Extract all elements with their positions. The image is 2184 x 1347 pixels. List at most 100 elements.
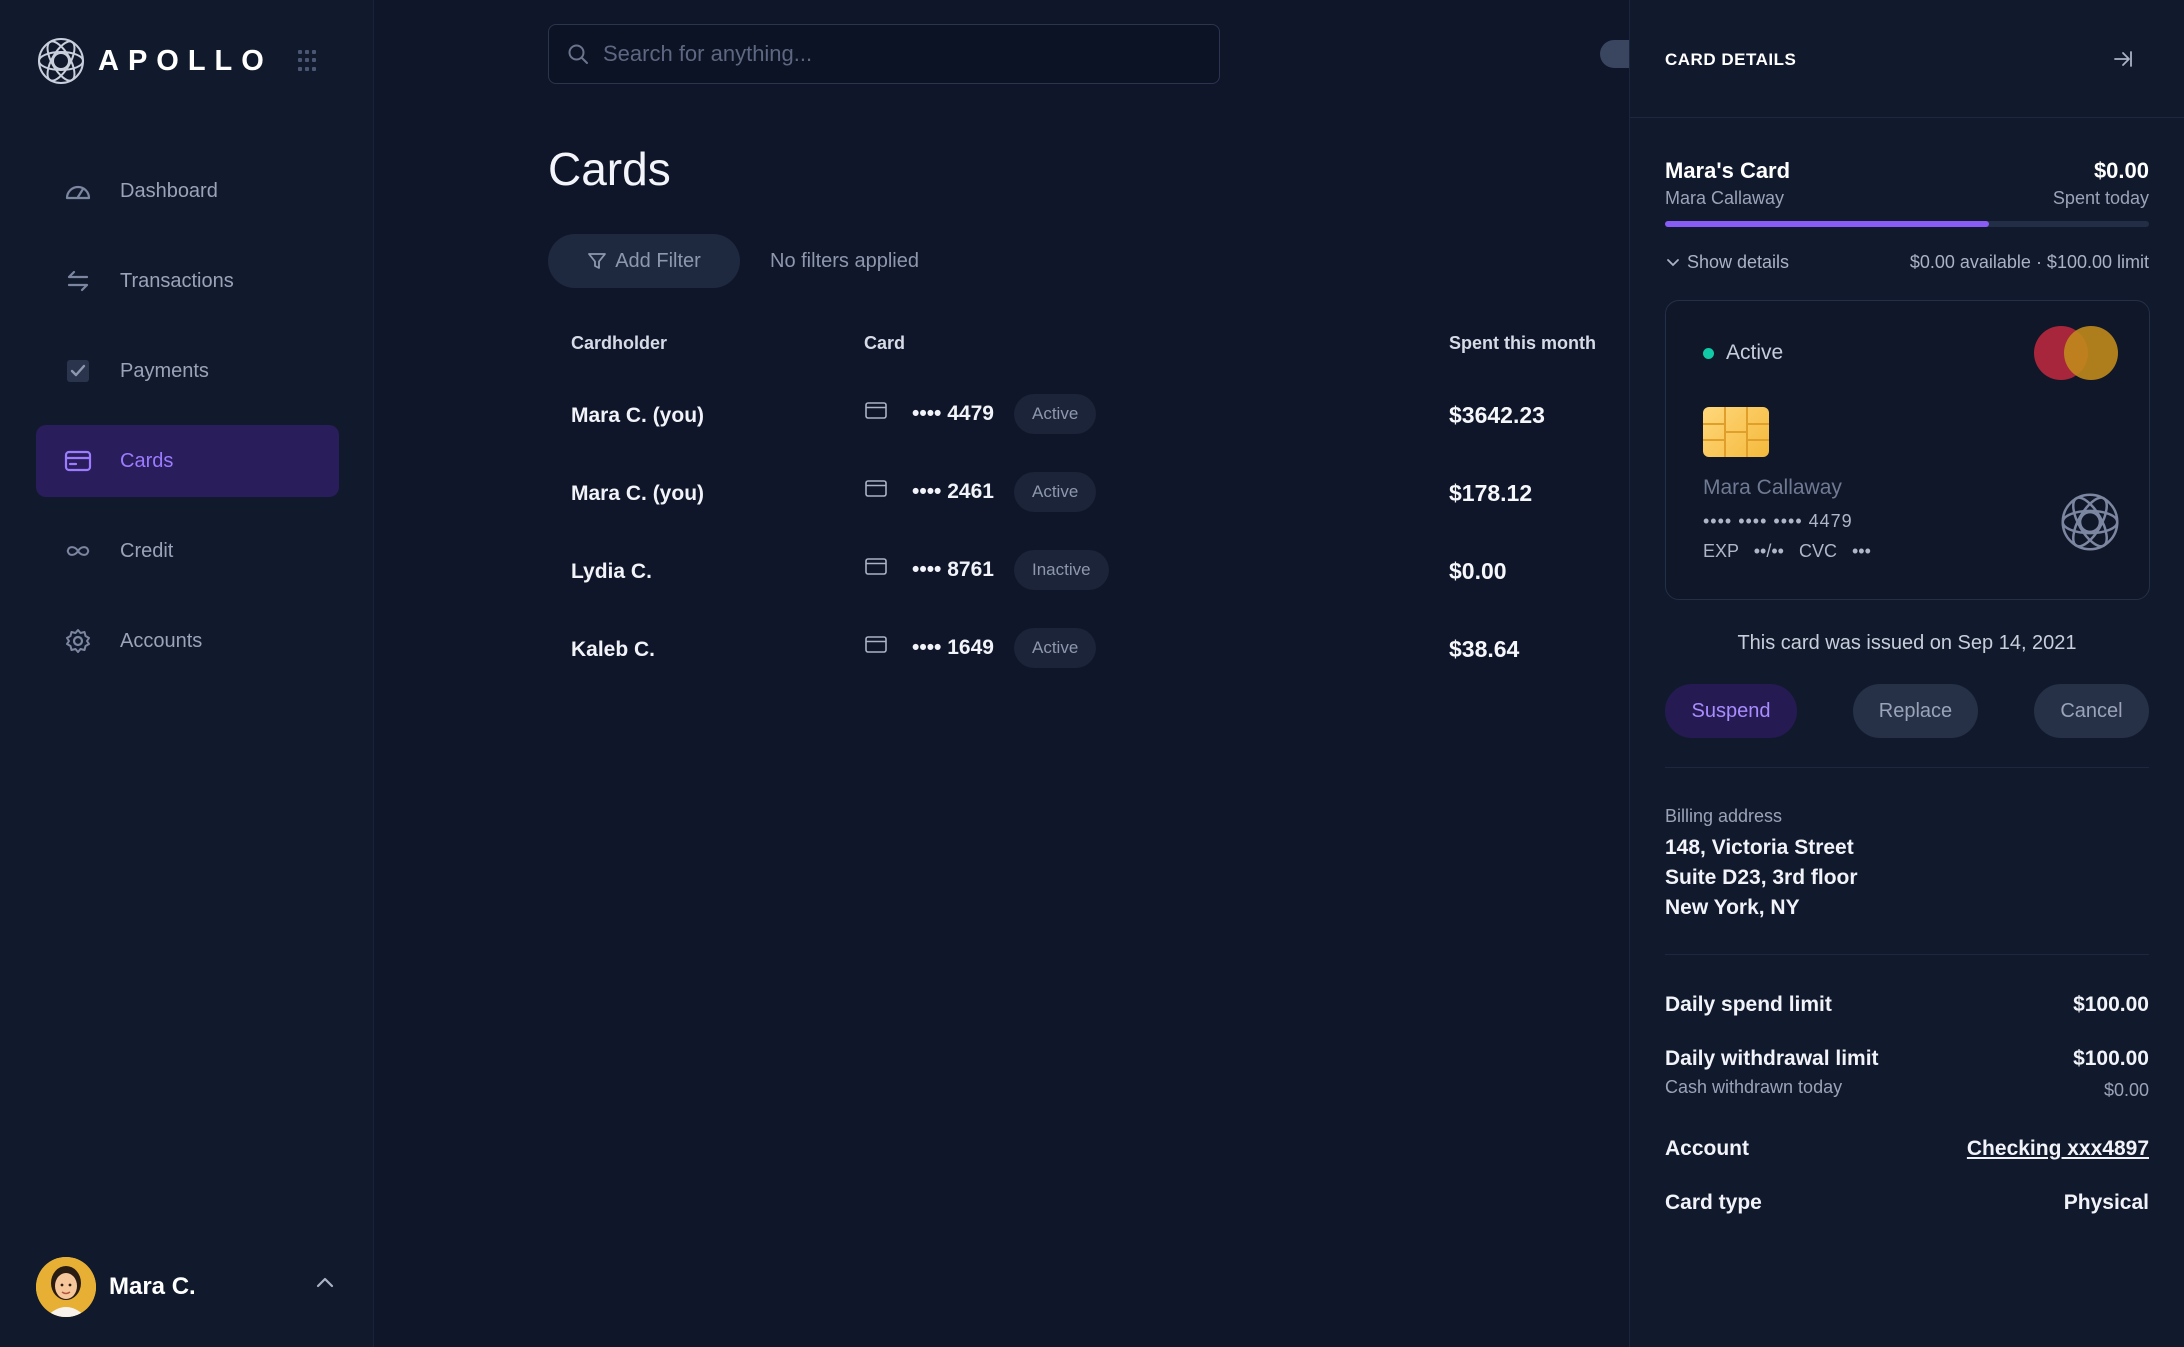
close-panel-arrow-icon[interactable] bbox=[2112, 48, 2134, 70]
billing-address-line: New York, NY bbox=[1665, 896, 1800, 919]
cardholder-name: Kaleb C. bbox=[571, 638, 656, 661]
table-row[interactable]: Mara C. (you) •••• 4479 Active $3642.23 bbox=[548, 384, 1628, 444]
status-badge: Active bbox=[1014, 472, 1097, 512]
cardholder-name: Mara C. (you) bbox=[571, 404, 705, 427]
daily-withdrawal-limit-value: $100.00 bbox=[2073, 1047, 2149, 1070]
sidebar-item-credit[interactable]: Credit bbox=[36, 515, 339, 587]
table-row[interactable]: Lydia C. •••• 8761 Inactive $0.00 bbox=[548, 540, 1628, 600]
user-name: Mara C. bbox=[109, 1273, 196, 1300]
divider bbox=[1665, 954, 2149, 955]
column-header-cardholder[interactable]: Cardholder bbox=[571, 333, 667, 354]
dashboard-gauge-icon bbox=[64, 177, 92, 205]
search-icon bbox=[568, 44, 588, 64]
card-last4: •••• 4479 bbox=[912, 402, 994, 425]
cash-withdrawn-label: Cash withdrawn today bbox=[1665, 1077, 1843, 1097]
card-details-panel: CARD DETAILS Mara's Card Mara Callaway $… bbox=[1629, 0, 2184, 1347]
card-name: Mara's Card bbox=[1665, 158, 1791, 183]
sidebar-item-accounts[interactable]: Accounts bbox=[36, 605, 339, 677]
sidebar-item-payments[interactable]: Payments bbox=[36, 335, 339, 407]
spent-amount: $38.64 bbox=[1449, 636, 1520, 662]
account-link[interactable]: Checking xxx4897 bbox=[1967, 1137, 2149, 1161]
table-row[interactable]: Kaleb C. •••• 1649 Active $38.64 bbox=[548, 618, 1628, 678]
sidebar-item-label: Transactions bbox=[120, 269, 234, 292]
cardholder-name: Lydia C. bbox=[571, 560, 652, 583]
billing-address-line: Suite D23, 3rd floor bbox=[1665, 866, 1858, 889]
theme-toggle[interactable] bbox=[1600, 40, 1630, 68]
column-header-spent[interactable]: Spent this month bbox=[1449, 333, 1596, 354]
column-header-card[interactable]: Card bbox=[864, 333, 905, 354]
sidebar-item-transactions[interactable]: Transactions bbox=[36, 245, 339, 317]
sidebar-item-dashboard[interactable]: Dashboard bbox=[36, 155, 339, 227]
spent-amount: $0.00 bbox=[1449, 558, 1507, 584]
status-badge: Inactive bbox=[1014, 550, 1109, 590]
cvc-label: CVC bbox=[1798, 541, 1837, 561]
billing-address-line: 148, Victoria Street bbox=[1665, 836, 1854, 859]
add-filter-button[interactable]: Add Filter bbox=[548, 234, 740, 288]
billing-address-label: Billing address bbox=[1665, 806, 1783, 826]
replace-button[interactable]: Replace bbox=[1853, 684, 1978, 738]
sidebar-item-cards[interactable]: Cards bbox=[36, 425, 339, 497]
card-chip-icon bbox=[1703, 407, 1769, 457]
divider bbox=[1665, 767, 2149, 768]
card-type-row: Card type Physical bbox=[1665, 1191, 2149, 1215]
card-icon bbox=[865, 558, 887, 575]
transfer-arrows-icon bbox=[64, 267, 92, 295]
suspend-button[interactable]: Suspend bbox=[1665, 684, 1797, 738]
card-type-value: Physical bbox=[2063, 1191, 2149, 1214]
sidebar: APOLLO Dashboard Transactions Payments C… bbox=[0, 0, 374, 1347]
cvc-value: ••• bbox=[1851, 541, 1871, 561]
card-status-label: Active bbox=[1726, 341, 1784, 364]
spend-progress-bar bbox=[1665, 221, 2149, 227]
card-icon bbox=[865, 402, 887, 419]
credit-card-icon bbox=[64, 447, 92, 475]
spent-today-label: Spent today bbox=[2052, 188, 2149, 208]
daily-spend-limit-row: Daily spend limit $100.00 bbox=[1665, 993, 2149, 1017]
panel-title: CARD DETAILS bbox=[1665, 50, 1797, 69]
issued-date-text: This card was issued on Sep 14, 2021 bbox=[1737, 632, 2077, 654]
card-last4: •••• 8761 bbox=[912, 558, 994, 581]
sidebar-item-label: Accounts bbox=[120, 629, 203, 652]
app-logo[interactable]: APOLLO bbox=[36, 36, 273, 86]
app-grid-icon[interactable] bbox=[298, 50, 320, 72]
card-icon bbox=[865, 636, 887, 653]
search-bar[interactable] bbox=[548, 24, 1220, 84]
page-title: Cards bbox=[548, 143, 671, 195]
daily-spend-limit-value: $100.00 bbox=[2073, 993, 2149, 1016]
apollo-logo-icon bbox=[2061, 493, 2119, 551]
table-row[interactable]: Mara C. (you) •••• 2461 Active $178.12 bbox=[548, 462, 1628, 522]
panel-header: CARD DETAILS bbox=[1630, 0, 2184, 118]
filter-status: No filters applied bbox=[770, 250, 919, 272]
card-status: Active bbox=[1703, 341, 1783, 365]
daily-withdrawal-limit-row: Daily withdrawal limit $100.00 Cash with… bbox=[1665, 1047, 2149, 1100]
sidebar-nav: Dashboard Transactions Payments Cards Cr… bbox=[36, 155, 339, 695]
card-actions: Suspend Replace Cancel bbox=[1665, 684, 2149, 738]
card-visual-number: •••• •••• •••• 4479 bbox=[1703, 511, 1853, 531]
exp-value: ••/•• bbox=[1753, 541, 1784, 561]
exp-label: EXP bbox=[1703, 541, 1739, 561]
spent-amount: $3642.23 bbox=[1449, 402, 1545, 428]
card-icon bbox=[865, 480, 887, 497]
card-visual: Active Mara Callaway •••• •••• •••• 4479… bbox=[1665, 300, 2150, 600]
check-icon bbox=[64, 357, 92, 385]
sidebar-item-label: Payments bbox=[120, 359, 209, 382]
add-filter-label: Add Filter bbox=[615, 249, 701, 272]
card-visual-name: Mara Callaway bbox=[1703, 476, 1842, 499]
spent-today-amount: $0.00 bbox=[2093, 158, 2149, 183]
chevron-up-icon[interactable] bbox=[315, 1276, 335, 1290]
card-visual-exp: EXP ••/•• CVC ••• bbox=[1703, 541, 1871, 562]
app-name: APOLLO bbox=[98, 44, 273, 77]
infinity-icon bbox=[64, 537, 92, 565]
search-input[interactable] bbox=[603, 41, 1219, 67]
cardholder-name: Mara C. (you) bbox=[571, 482, 705, 505]
cancel-button[interactable]: Cancel bbox=[2034, 684, 2149, 738]
chevron-down-icon bbox=[1667, 258, 1679, 266]
gear-icon bbox=[64, 627, 92, 655]
account-row: Account Checking xxx4897 bbox=[1665, 1137, 2149, 1161]
mastercard-logo-icon bbox=[2034, 326, 2118, 380]
user-menu[interactable]: Mara C. bbox=[36, 1256, 339, 1318]
status-badge: Active bbox=[1014, 394, 1097, 434]
show-details-toggle[interactable]: Show details bbox=[1665, 252, 1789, 273]
filter-icon bbox=[588, 253, 607, 269]
status-badge: Active bbox=[1014, 628, 1097, 668]
show-details-label: Show details bbox=[1687, 252, 1790, 272]
